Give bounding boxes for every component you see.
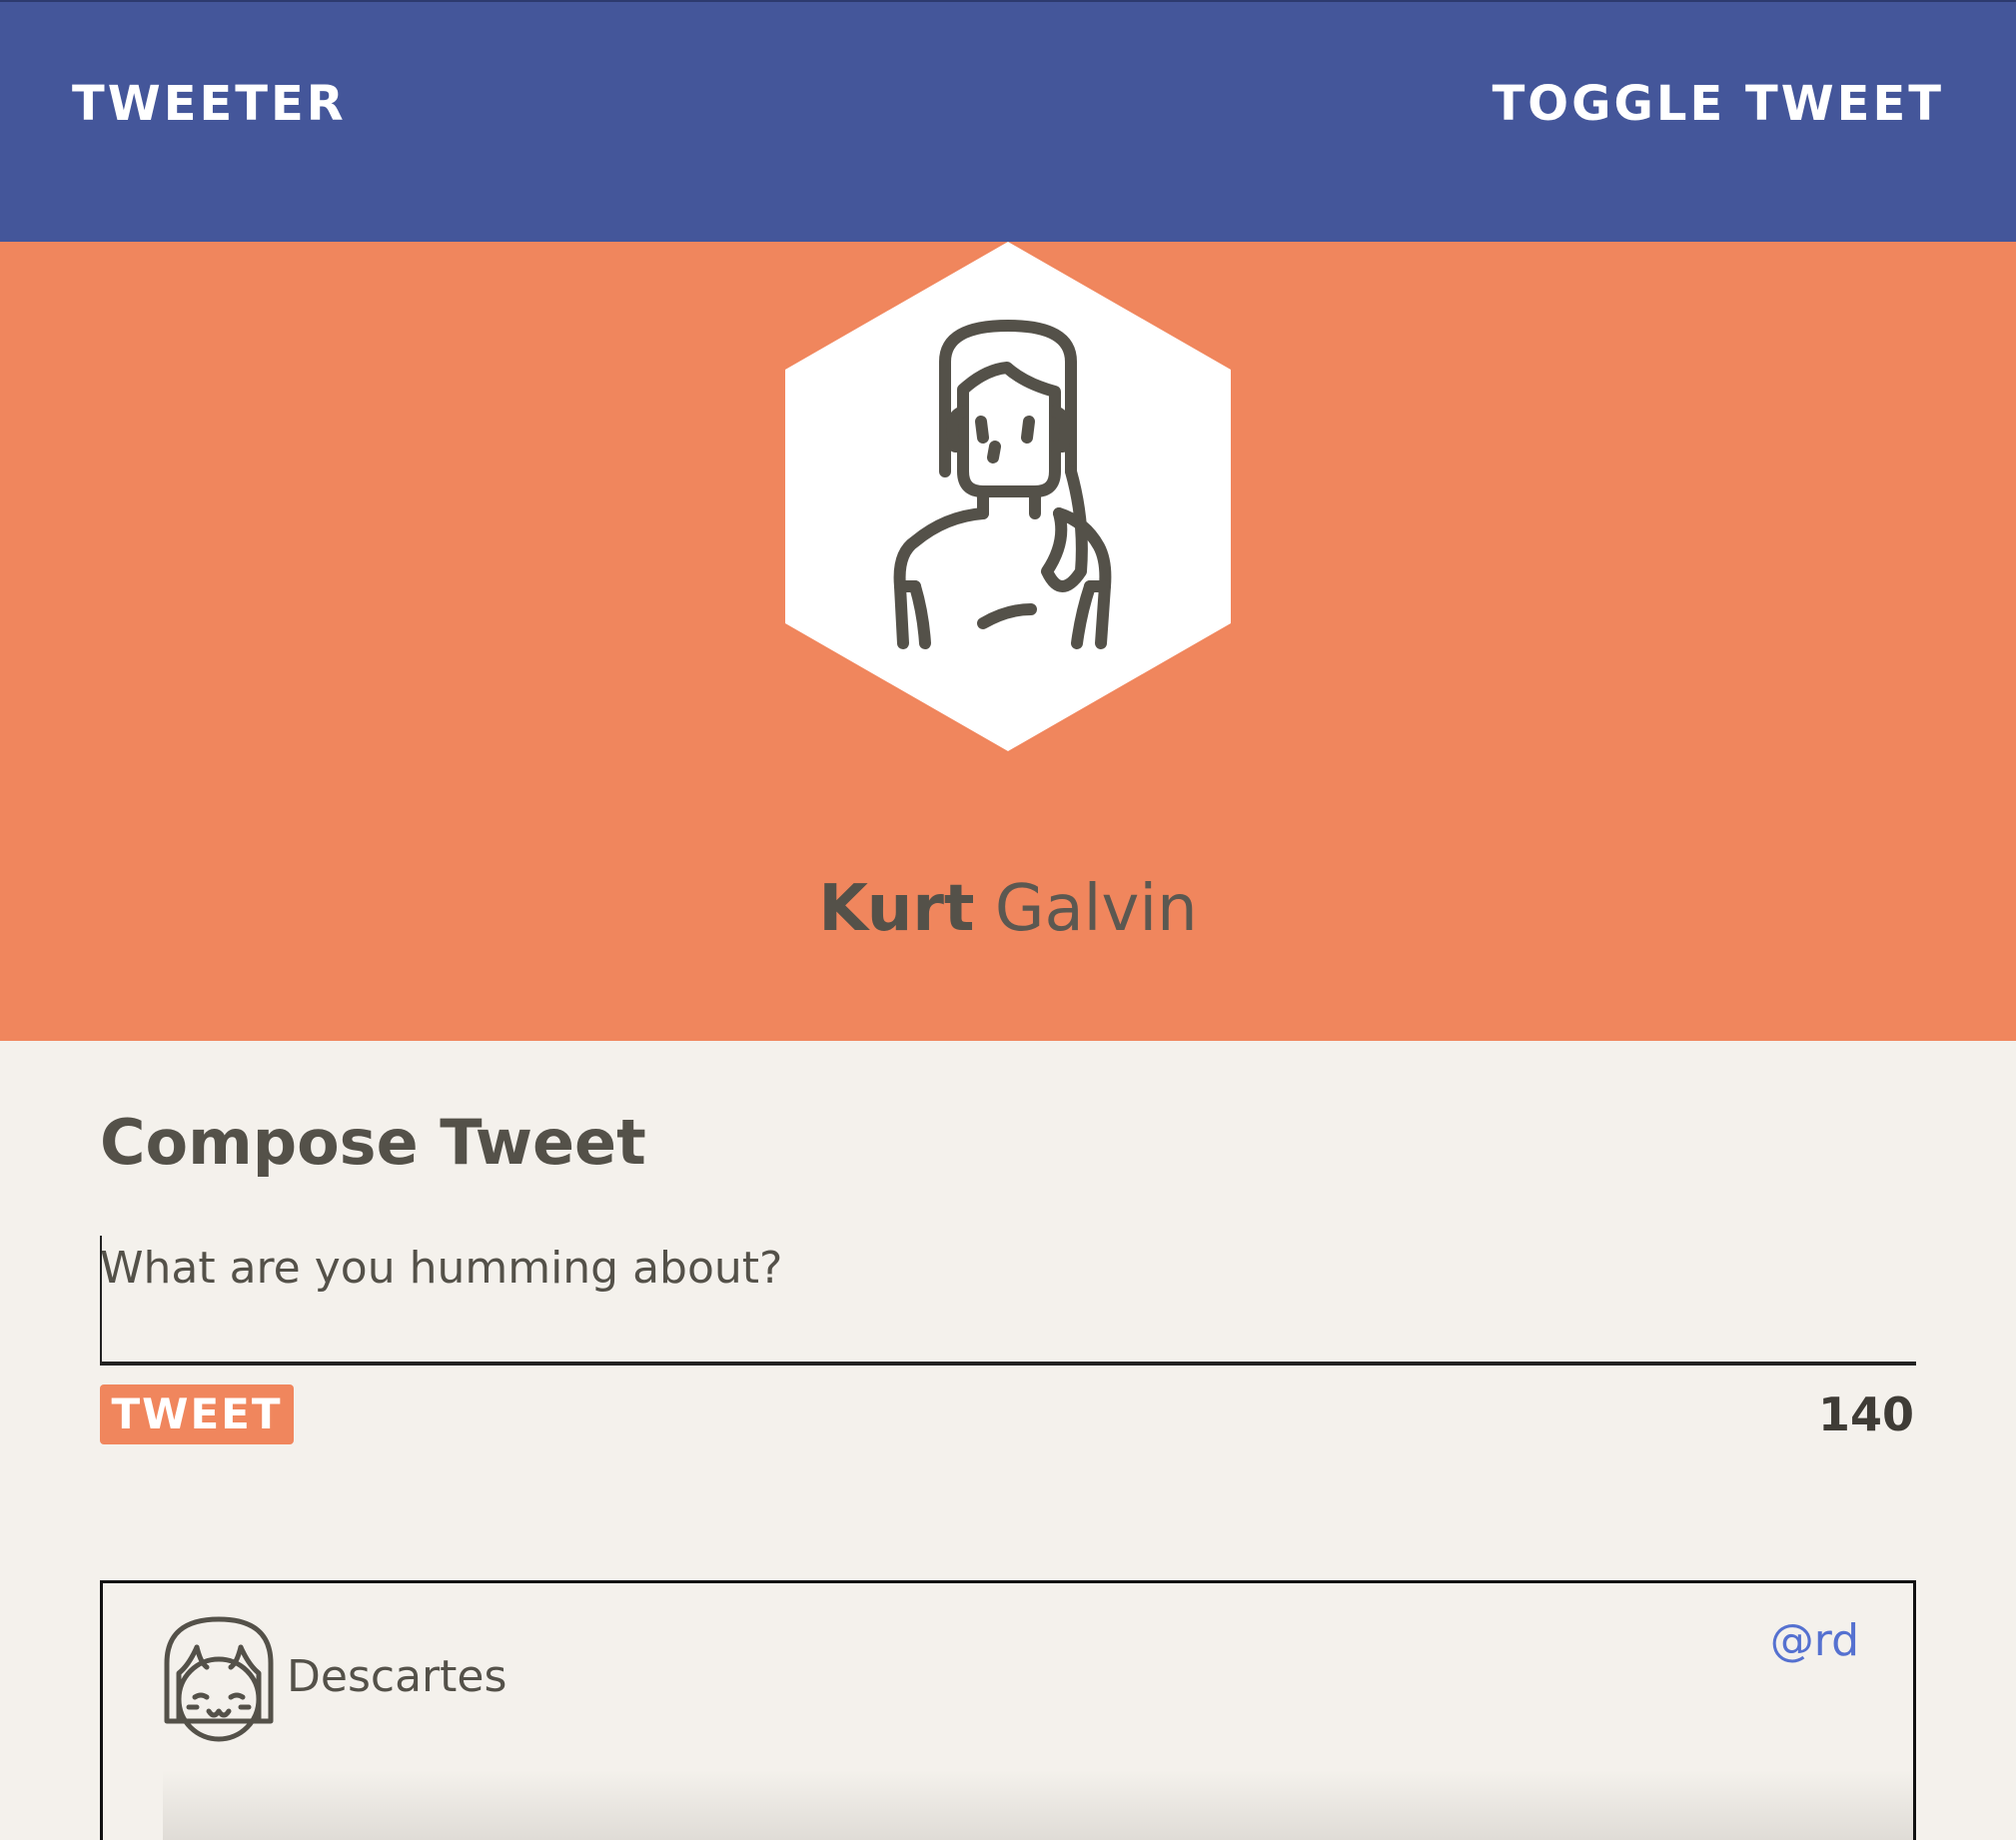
compose-input[interactable] [100,1236,1916,1366]
tweet-button[interactable]: TWEET [100,1384,294,1444]
profile-first-name: Kurt [818,872,975,946]
profile-name: Kurt Galvin [0,869,2016,949]
girl-avatar-icon [164,1616,274,1742]
profile-last-name: Galvin [994,872,1198,946]
tweet-author-name: Descartes [287,1651,507,1702]
tweet-author-handle[interactable]: @rd [1770,1613,1859,1669]
woman-avatar-icon [785,242,1231,751]
profile-avatar [785,242,1231,751]
tweet-card: Descartes @rd [100,1580,1916,1840]
profile-banner: Kurt Galvin [0,242,2016,1041]
tweet-card-shadow [163,1770,1913,1840]
navbar: TWEETER TOGGLE TWEET [0,0,2016,242]
char-counter: 140 [1817,1387,1914,1441]
brand-logo[interactable]: TWEETER [72,74,347,134]
compose-title: Compose Tweet [100,1106,646,1179]
compose-section: Compose Tweet What are you humming about… [0,1041,2016,1840]
toggle-tweet-button[interactable]: TOGGLE TWEET [1493,74,1944,134]
tweet-avatar [161,1613,277,1743]
